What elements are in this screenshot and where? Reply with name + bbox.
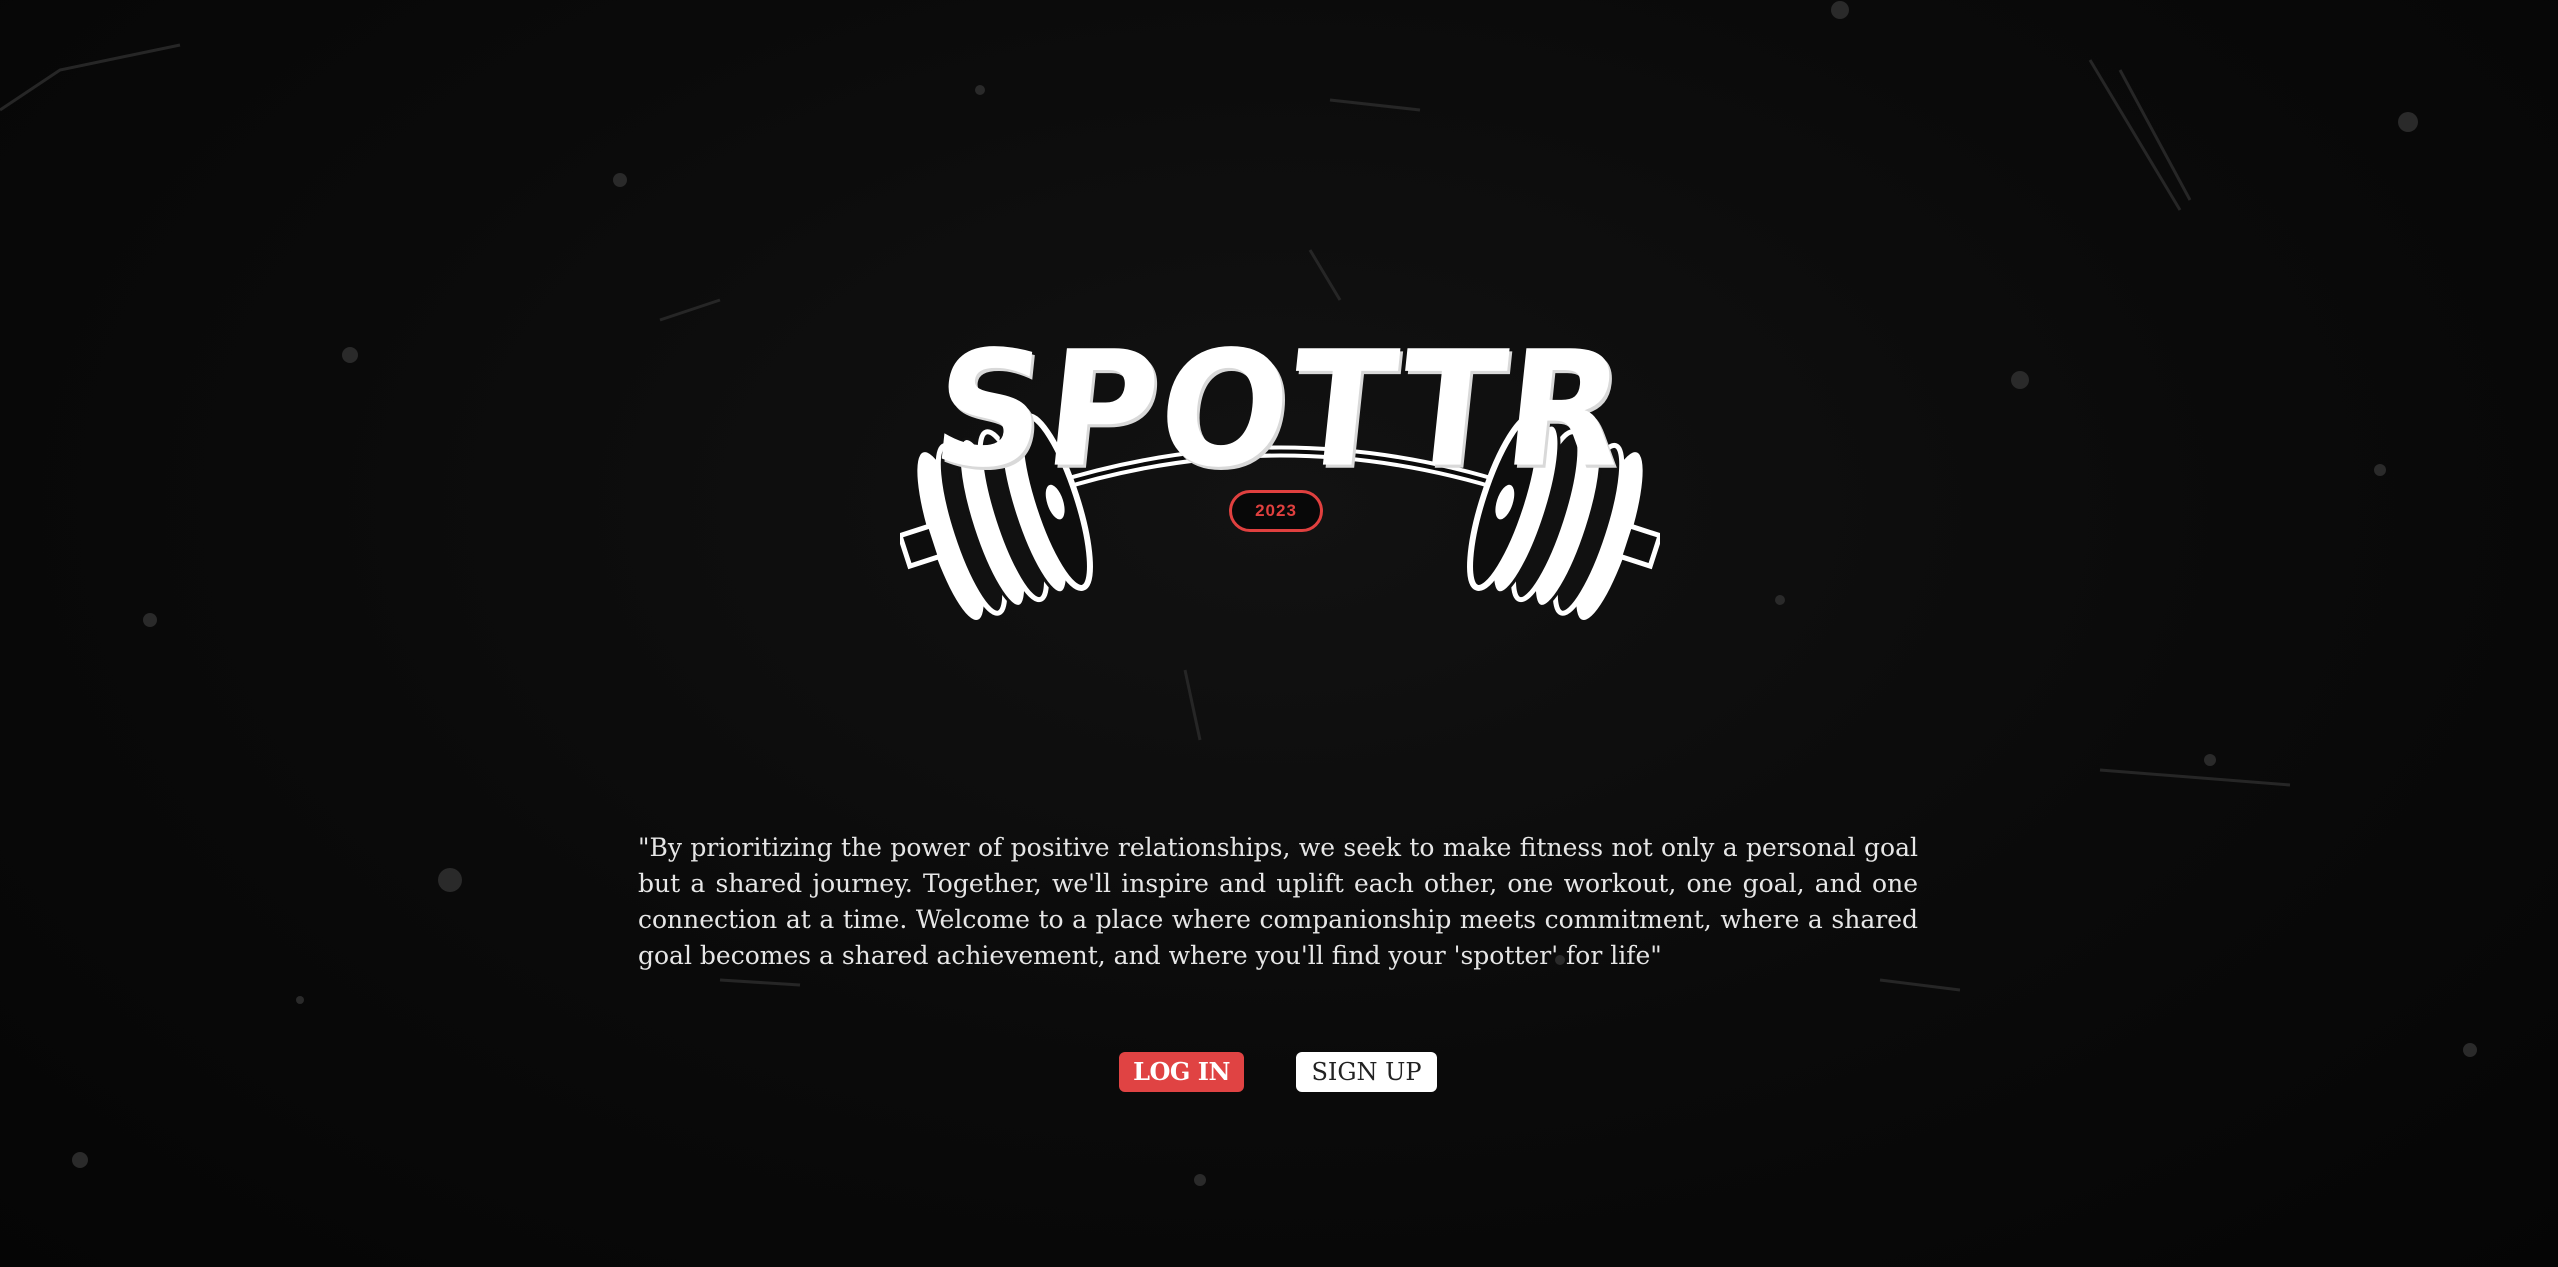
landing-page: SPOTTR 2023 "By prioritizing the power o…: [0, 0, 2558, 1267]
year-badge: 2023: [1229, 490, 1323, 532]
logo-wordmark: SPOTTR: [925, 316, 1635, 503]
login-button[interactable]: LOG IN: [1119, 1052, 1244, 1092]
mission-quote: "By prioritizing the power of positive r…: [638, 833, 1918, 970]
signup-button[interactable]: SIGN UP: [1296, 1052, 1437, 1092]
spottr-logo: SPOTTR 2023: [900, 317, 1660, 640]
